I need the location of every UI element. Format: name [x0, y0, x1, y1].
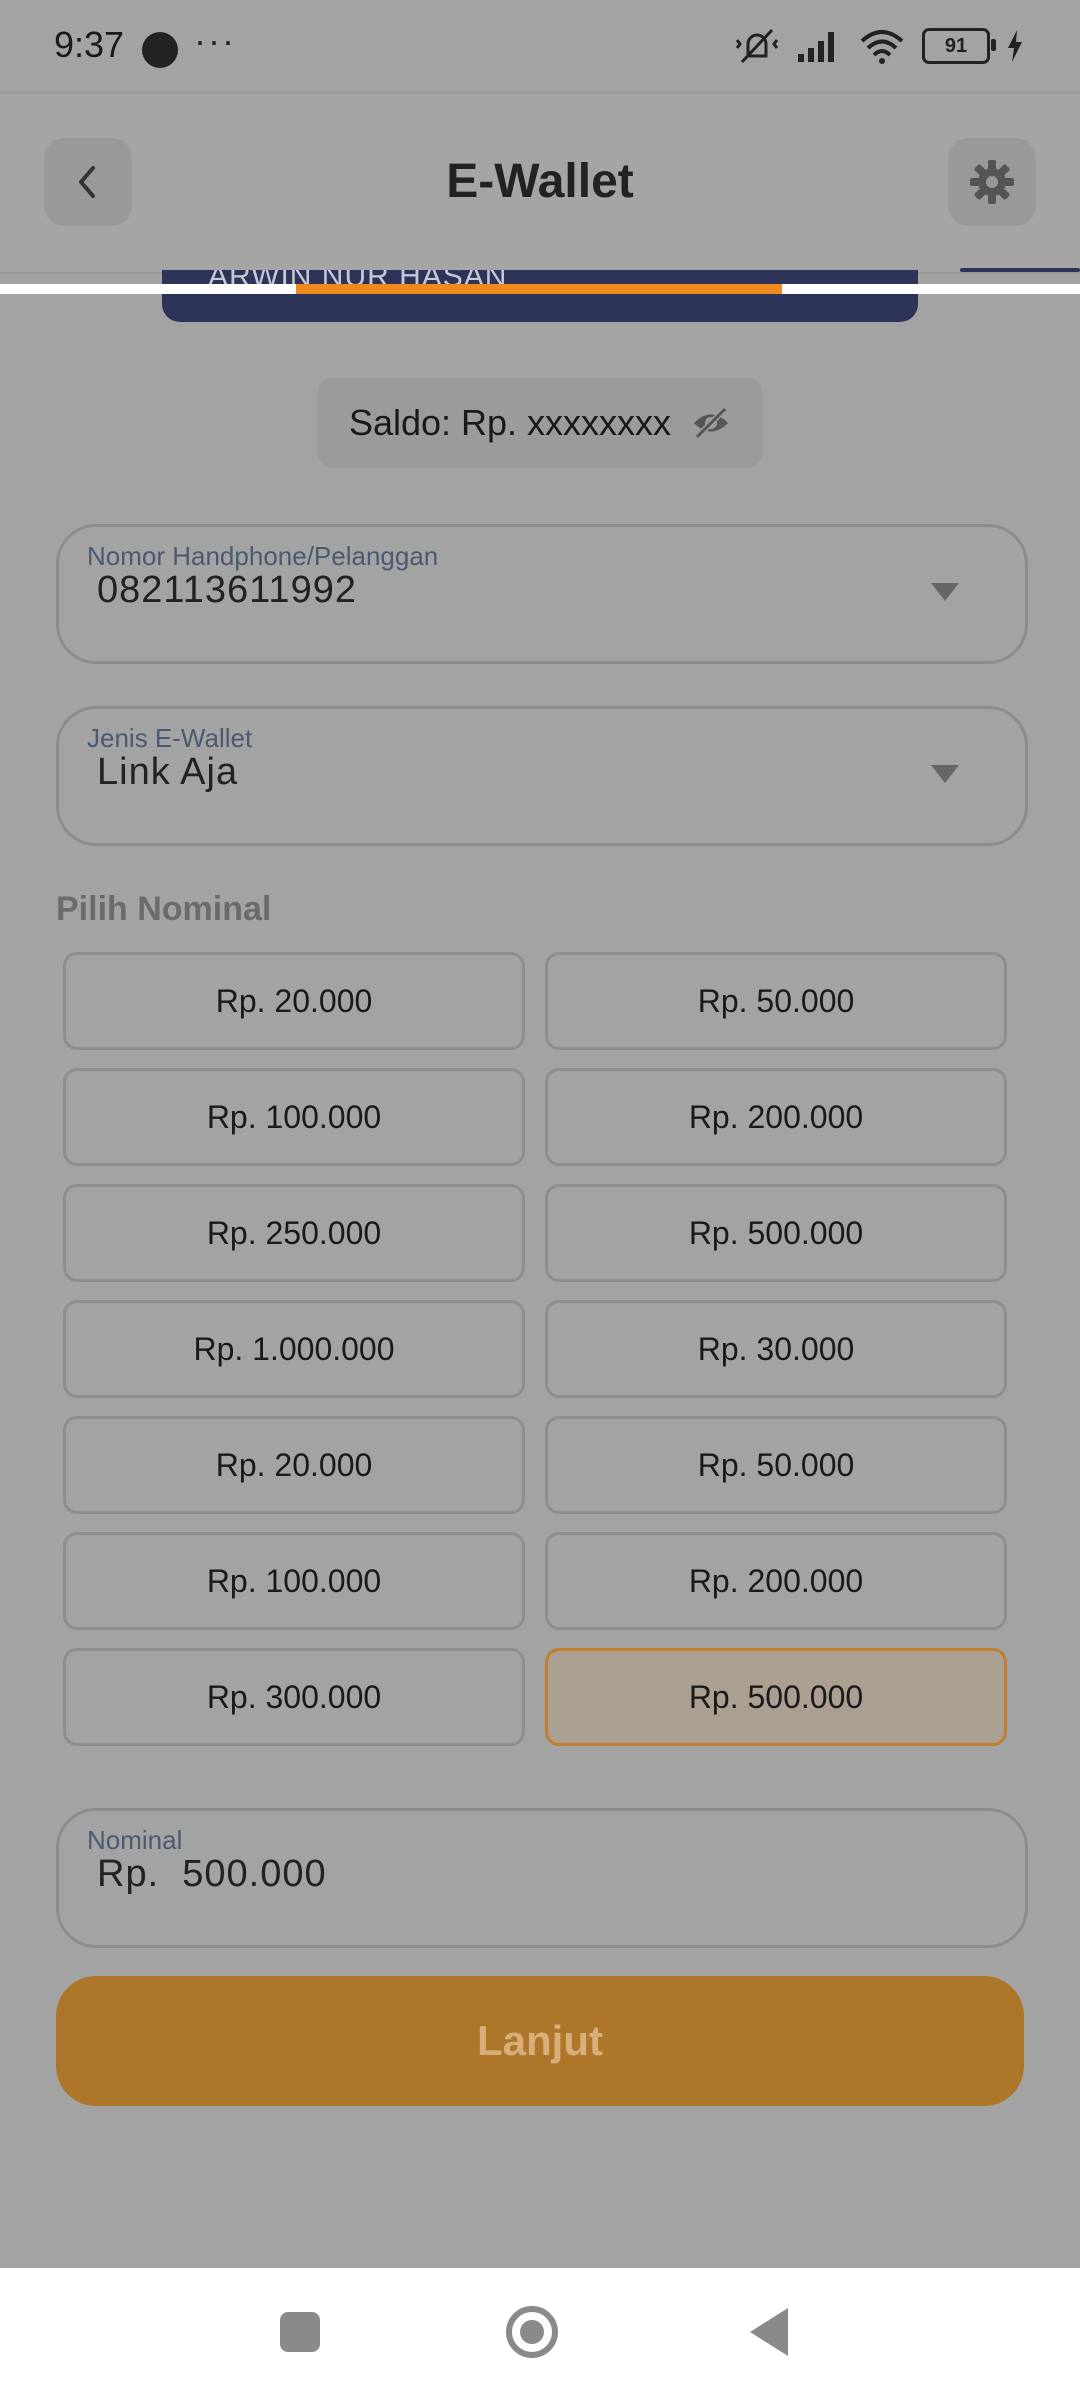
nominal-amount-value: Rp. 500.000 [97, 1853, 327, 1895]
status-icons: 91 [734, 26, 1024, 66]
ewallet-type-label: Jenis E-Wallet [87, 723, 253, 753]
signal-icon [798, 32, 834, 62]
continue-button[interactable]: Lanjut [56, 1976, 1024, 2106]
nominal-option[interactable]: Rp. 500.000 [545, 1184, 1007, 1282]
page-title: E-Wallet [446, 155, 634, 208]
nominal-option[interactable]: Rp. 200.000 [545, 1068, 1007, 1166]
battery-icon: 91 [922, 28, 996, 64]
nominal-option[interactable]: Rp. 20.000 [63, 952, 525, 1050]
nominal-option[interactable]: Rp. 100.000 [63, 1068, 525, 1166]
phone-number-label: Nomor Handphone/Pelanggan [87, 541, 439, 571]
nominal-option[interactable]: Rp. 20.000 [63, 1416, 525, 1514]
eye-off-icon[interactable] [691, 406, 731, 440]
nominal-amount-label: Nominal [87, 1825, 183, 1855]
app-header: E-Wallet [0, 92, 1080, 274]
home-icon[interactable] [506, 2306, 558, 2358]
more-notifications-icon: ··· [194, 20, 236, 61]
wifi-icon [860, 30, 904, 64]
next-card-edge [960, 268, 1080, 272]
gear-icon [970, 160, 1014, 204]
nominal-option[interactable]: Rp. 50.000 [545, 1416, 1007, 1514]
balance-pill[interactable]: Saldo: Rp. xxxxxxxx [318, 378, 762, 468]
wallet-card[interactable]: ARWIN NUR HASAN [162, 270, 918, 322]
nominal-option[interactable]: Rp. 300.000 [63, 1648, 525, 1746]
phone-number-field[interactable]: Nomor Handphone/Pelanggan 082113611992 [56, 524, 1028, 664]
nominal-section-label: Pilih Nominal [56, 890, 272, 928]
ewallet-type-field[interactable]: Jenis E-Wallet Link Aja [56, 706, 1028, 846]
dropdown-arrow-icon[interactable] [931, 583, 959, 601]
nav-back-icon[interactable] [750, 2308, 788, 2356]
balance-text: Saldo: Rp. xxxxxxxx [348, 402, 672, 443]
ewallet-type-value: Link Aja [97, 751, 239, 793]
nominal-option[interactable]: Rp. 100.000 [63, 1532, 525, 1630]
recent-apps-icon[interactable] [280, 2312, 320, 2352]
nominal-option[interactable]: Rp. 200.000 [545, 1532, 1007, 1630]
dropdown-arrow-icon[interactable] [931, 765, 959, 783]
sync-icon [142, 32, 178, 68]
nominal-option[interactable]: Rp. 50.000 [545, 952, 1007, 1050]
nominal-option[interactable]: Rp. 1.000.000 [63, 1300, 525, 1398]
nominal-option[interactable]: Rp. 250.000 [63, 1184, 525, 1282]
nominal-option-selected[interactable]: Rp. 500.000 [545, 1648, 1007, 1746]
card-indicator [296, 284, 782, 294]
mute-vibrate-icon [735, 28, 779, 64]
settings-button[interactable] [948, 138, 1036, 226]
charging-icon [1008, 30, 1022, 62]
status-time: 9:37 [54, 24, 125, 65]
system-nav-bar [0, 2268, 1080, 2400]
nominal-option[interactable]: Rp. 30.000 [545, 1300, 1007, 1398]
phone-number-value: 082113611992 [97, 569, 357, 611]
nominal-amount-field[interactable]: Nominal Rp. 500.000 [56, 1808, 1028, 1948]
